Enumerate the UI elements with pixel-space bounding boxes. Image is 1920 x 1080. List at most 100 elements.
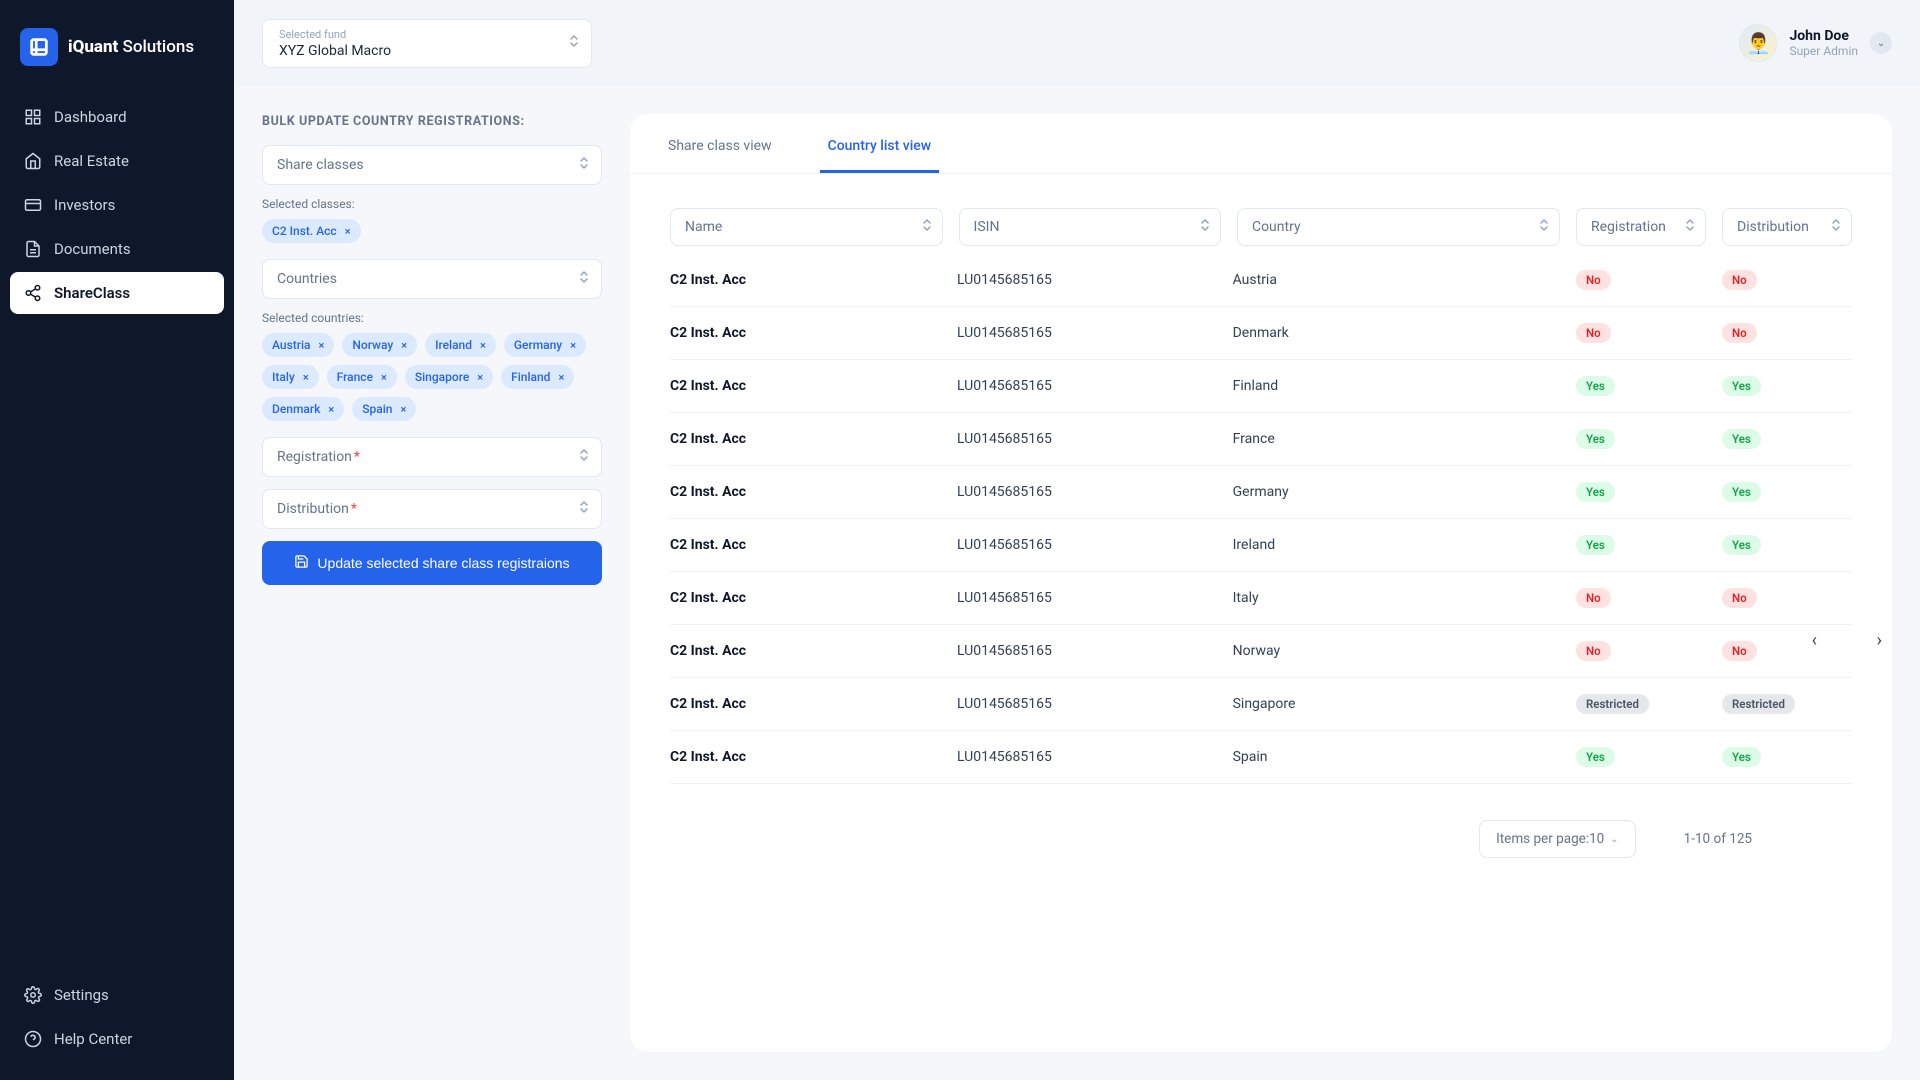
chip-label: Italy: [272, 370, 295, 384]
distribution-select[interactable]: Distribution*: [262, 489, 602, 529]
cell-isin: LU0145685165: [957, 484, 1217, 500]
selected-classes-chips: C2 Inst. Acc×: [262, 219, 602, 243]
cell-isin: LU0145685165: [957, 431, 1217, 447]
cell-country: Ireland: [1233, 537, 1560, 553]
avatar: 👨‍💼: [1739, 24, 1777, 62]
fund-selector-label: Selected fund: [279, 28, 575, 41]
cell-isin: LU0145685165: [957, 272, 1217, 288]
chevron-updown-icon: [579, 448, 589, 466]
fund-selector[interactable]: Selected fund XYZ Global Macro: [262, 19, 592, 68]
close-icon[interactable]: ×: [570, 339, 576, 352]
cell-country: Norway: [1233, 643, 1560, 659]
close-icon[interactable]: ×: [558, 371, 564, 384]
items-per-page-select[interactable]: Items per page:10 ⌄: [1479, 820, 1636, 858]
cell-country: Austria: [1233, 272, 1560, 288]
cell-isin: LU0145685165: [957, 537, 1217, 553]
sidebar-item-documents[interactable]: Documents: [10, 228, 224, 270]
country-chip: Denmark×: [262, 397, 344, 421]
cell-country: Finland: [1233, 378, 1560, 394]
table-row: C2 Inst. AccLU0145685165GermanyYesYes: [670, 466, 1852, 519]
cell-registration: Yes: [1576, 376, 1706, 396]
sidebar-item-label: Documents: [54, 240, 131, 258]
cell-distribution: Yes: [1722, 535, 1852, 555]
selected-countries-chips: Austria×Norway×Ireland×Germany×Italy×Fra…: [262, 333, 602, 421]
close-icon[interactable]: ×: [303, 371, 309, 384]
chip-label: France: [337, 370, 373, 384]
table-row: C2 Inst. AccLU0145685165NorwayNoNo: [670, 625, 1852, 678]
share-classes-select[interactable]: Share classes: [262, 145, 602, 185]
bulk-update-title: BULK UPDATE COUNTRY REGISTRATIONS:: [262, 114, 602, 129]
cell-registration: No: [1576, 641, 1706, 661]
registration-select[interactable]: Registration*: [262, 437, 602, 477]
close-icon[interactable]: ×: [477, 371, 483, 384]
chip-label: Singapore: [415, 370, 469, 384]
cell-distribution: Restricted: [1722, 694, 1852, 714]
cell-country: Germany: [1233, 484, 1560, 500]
sidebar: iQuant Solutions Dashboard Real Estate Inv…: [0, 0, 234, 1080]
close-icon[interactable]: ×: [345, 225, 351, 238]
filter-distribution[interactable]: Distribution: [1722, 208, 1852, 246]
sidebar-item-dashboard[interactable]: Dashboard: [10, 96, 224, 138]
chevron-updown-icon: [579, 270, 589, 288]
brand: iQuant Solutions: [10, 20, 224, 90]
close-icon[interactable]: ×: [319, 339, 325, 352]
cell-name: C2 Inst. Acc: [670, 325, 941, 341]
chip-label: Germany: [514, 338, 562, 352]
countries-select[interactable]: Countries: [262, 259, 602, 299]
cell-country: Denmark: [1233, 325, 1560, 341]
status-badge: Yes: [1576, 747, 1615, 767]
close-icon[interactable]: ×: [381, 371, 387, 384]
view-tabs: Share class view Country list view: [630, 124, 1892, 174]
chevron-updown-icon: [1539, 218, 1549, 236]
cell-registration: No: [1576, 270, 1706, 290]
tab-country-list-view[interactable]: Country list view: [820, 138, 940, 173]
cell-country: Singapore: [1233, 696, 1560, 712]
sidebar-item-settings[interactable]: Settings: [10, 974, 224, 1016]
status-badge: Restricted: [1722, 694, 1795, 714]
cell-name: C2 Inst. Acc: [670, 431, 941, 447]
cell-isin: LU0145685165: [957, 590, 1217, 606]
sidebar-item-real-estate[interactable]: Real Estate: [10, 140, 224, 182]
user-menu: 👨‍💼 John Doe Super Admin ⌄: [1739, 24, 1892, 62]
sidebar-item-shareclass[interactable]: ShareClass: [10, 272, 224, 314]
tab-share-class-view[interactable]: Share class view: [660, 138, 780, 173]
close-icon[interactable]: ×: [480, 339, 486, 352]
document-icon: [24, 240, 42, 258]
pager-prev[interactable]: ‹: [1812, 630, 1817, 651]
update-registrations-button[interactable]: Update selected share class registraions: [262, 541, 602, 585]
cell-name: C2 Inst. Acc: [670, 643, 941, 659]
table-row: C2 Inst. AccLU0145685165SpainYesYes: [670, 731, 1852, 784]
cell-isin: LU0145685165: [957, 643, 1217, 659]
topbar: Selected fund XYZ Global Macro 👨‍💼 John …: [234, 0, 1920, 86]
close-icon[interactable]: ×: [400, 403, 406, 416]
sidebar-item-investors[interactable]: Investors: [10, 184, 224, 226]
filter-name[interactable]: Name: [670, 208, 943, 246]
dashboard-icon: [24, 108, 42, 126]
filter-country[interactable]: Country: [1237, 208, 1560, 246]
country-chip: Germany ×: [504, 333, 586, 357]
cell-isin: LU0145685165: [957, 325, 1217, 341]
filter-isin[interactable]: ISIN: [959, 208, 1221, 246]
pager-next[interactable]: ›: [1877, 630, 1882, 651]
table-row: C2 Inst. AccLU0145685165FinlandYesYes: [670, 360, 1852, 413]
sidebar-item-label: Real Estate: [54, 152, 129, 170]
registration-placeholder: Registration*: [277, 449, 360, 465]
cell-name: C2 Inst. Acc: [670, 749, 941, 765]
share-classes-placeholder: Share classes: [277, 157, 364, 173]
cell-registration: Restricted: [1576, 694, 1706, 714]
cell-name: C2 Inst. Acc: [670, 537, 941, 553]
filter-registration[interactable]: Registration: [1576, 208, 1706, 246]
status-badge: No: [1576, 641, 1611, 661]
status-badge: No: [1576, 323, 1611, 343]
user-menu-toggle[interactable]: ⌄: [1870, 32, 1892, 54]
country-chip: France ×: [327, 365, 397, 389]
status-badge: No: [1722, 323, 1757, 343]
chip-label: Austria: [272, 338, 311, 352]
chevron-updown-icon: [569, 34, 579, 52]
close-icon[interactable]: ×: [401, 339, 407, 352]
sidebar-item-help-center[interactable]: Help Center: [10, 1018, 224, 1060]
table-row: C2 Inst. AccLU0145685165SingaporeRestric…: [670, 678, 1852, 731]
close-icon[interactable]: ×: [328, 403, 334, 416]
brand-logo-icon: [20, 28, 58, 66]
sidebar-item-label: ShareClass: [54, 284, 130, 302]
